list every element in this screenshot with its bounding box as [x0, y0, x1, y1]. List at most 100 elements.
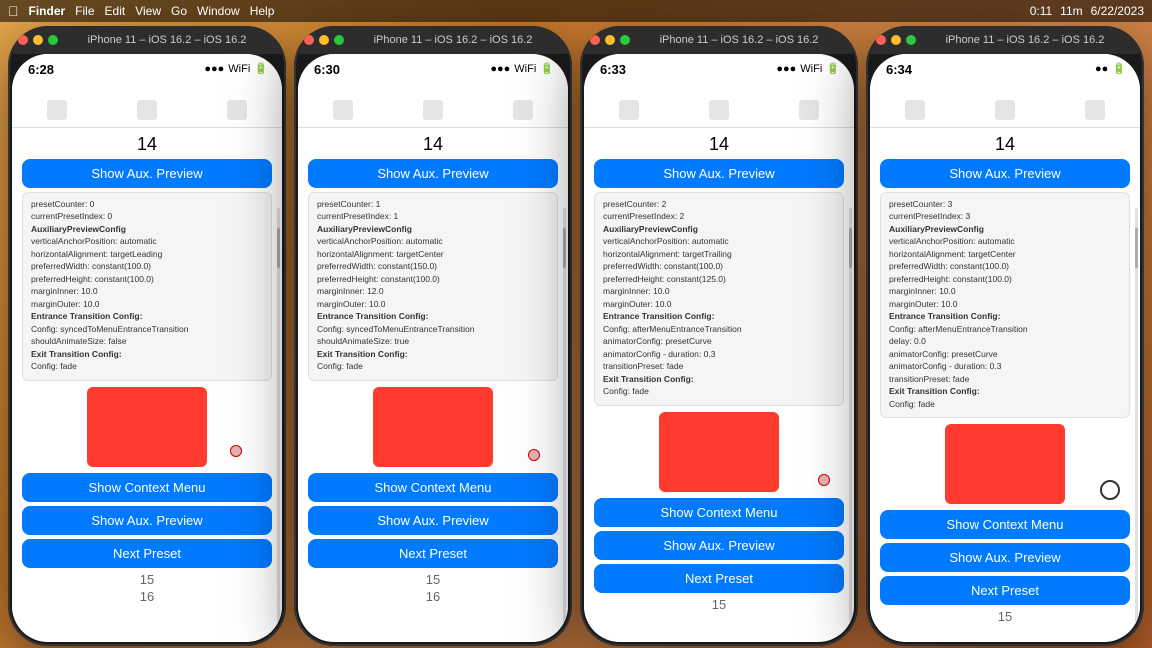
- apple-menu[interactable]: : [8, 3, 19, 19]
- sim4-zoom-dot[interactable]: [906, 35, 916, 45]
- sim3-horiz-align: horizontalAlignment: targetTrailing: [603, 249, 835, 260]
- sim3-margin-outer: marginOuter: 10.0: [603, 299, 835, 310]
- sim1-close-dot[interactable]: [18, 35, 28, 45]
- sim4-title: iPhone 11 – iOS 16.2 – iOS 16.2: [916, 34, 1134, 46]
- sim1-pref-height: preferredHeight: constant(100.0): [31, 274, 263, 285]
- sim4-cursor-ring: [1100, 480, 1120, 500]
- sim2-preset-counter: presetCounter: 1: [317, 199, 549, 210]
- menu-help[interactable]: Help: [250, 4, 275, 18]
- sim4-pref-height: preferredHeight: constant(100.0): [889, 274, 1121, 285]
- sim3-red-square: [659, 412, 779, 492]
- sim1-next-preset-btn[interactable]: Next Preset: [22, 539, 272, 568]
- sim1-scroll-thumb: [277, 228, 280, 268]
- sim2-toolbar-icon3[interactable]: [513, 100, 533, 120]
- sim2-entrance-title: Entrance Transition Config:: [317, 311, 549, 322]
- sim3-zoom-dot[interactable]: [620, 35, 630, 45]
- sim4-exit-config: Config: fade: [889, 399, 1121, 410]
- sim3-scrollbar[interactable]: [849, 208, 852, 622]
- sim1-minimize-dot[interactable]: [33, 35, 43, 45]
- sim4-show-preview-btn[interactable]: Show Aux. Preview: [880, 159, 1130, 188]
- sim1-scrollbar[interactable]: [277, 208, 280, 622]
- sim4-info-box: presetCounter: 3 currentPresetIndex: 3 A…: [880, 192, 1130, 418]
- sim1-toolbar-icon3[interactable]: [227, 100, 247, 120]
- sim3-toolbar-icon3[interactable]: [799, 100, 819, 120]
- sim3-context-btn[interactable]: Show Context Menu: [594, 498, 844, 527]
- sim1-cursor: [230, 445, 242, 457]
- simulator-4: iPhone 11 – iOS 16.2 – iOS 16.2 6:34 ●● …: [866, 26, 1144, 646]
- sim2-minimize-dot[interactable]: [319, 35, 329, 45]
- sim4-close-dot[interactable]: [876, 35, 886, 45]
- sim4-minimize-dot[interactable]: [891, 35, 901, 45]
- sim3-aux-btn[interactable]: Show Aux. Preview: [594, 531, 844, 560]
- menubar-left:  Finder File Edit View Go Window Help: [8, 3, 1024, 19]
- sim3-show-preview-btn[interactable]: Show Aux. Preview: [594, 159, 844, 188]
- menu-view[interactable]: View: [135, 4, 161, 18]
- sim2-entrance-config: Config: syncedToMenuEntranceTransition: [317, 324, 549, 335]
- sim3-status-right: ●●● WiFi 🔋: [776, 62, 840, 75]
- sim2-cursor: [528, 449, 540, 461]
- sim2-pref-height: preferredHeight: constant(100.0): [317, 274, 549, 285]
- sim2-toolbar-icon2[interactable]: [423, 100, 443, 120]
- menu-file[interactable]: File: [75, 4, 94, 18]
- sim2-aux-btn[interactable]: Show Aux. Preview: [308, 506, 558, 535]
- sim4-toolbar: [870, 92, 1140, 128]
- sim2-toolbar-icon1[interactable]: [333, 100, 353, 120]
- sim4-animator-config: animatorConfig: presetCurve: [889, 349, 1121, 360]
- sim2-scrollbar[interactable]: [563, 208, 566, 622]
- sim1-vertical-anchor: verticalAnchorPosition: automatic: [31, 236, 263, 247]
- simulator-2: iPhone 11 – iOS 16.2 – iOS 16.2 6:30 ●●●…: [294, 26, 572, 646]
- menu-go[interactable]: Go: [171, 4, 187, 18]
- sim1-zoom-dot[interactable]: [48, 35, 58, 45]
- sim3-next-preset-btn[interactable]: Next Preset: [594, 564, 844, 593]
- sim1-config-title: AuxiliaryPreviewConfig: [31, 224, 263, 235]
- sim3-animator-config: animatorConfig: presetCurve: [603, 336, 835, 347]
- sim4-context-btn[interactable]: Show Context Menu: [880, 510, 1130, 539]
- sim4-toolbar-icon1[interactable]: [905, 100, 925, 120]
- menu-window[interactable]: Window: [197, 4, 240, 18]
- sim2-margin-outer: marginOuter: 10.0: [317, 299, 549, 310]
- sim1-exit-title: Exit Transition Config:: [31, 349, 263, 360]
- sim1-context-btn[interactable]: Show Context Menu: [22, 473, 272, 502]
- sim2-pref-width: preferredWidth: constant(150.0): [317, 261, 549, 272]
- sim2-screen: 14 Show Aux. Preview presetCounter: 1 cu…: [298, 128, 568, 642]
- app-name[interactable]: Finder: [29, 4, 66, 18]
- sim1-toolbar-icon1[interactable]: [47, 100, 67, 120]
- sim1-pref-width: preferredWidth: constant(100.0): [31, 261, 263, 272]
- sim3-pref-height: preferredHeight: constant(125.0): [603, 274, 835, 285]
- sim4-aux-btn[interactable]: Show Aux. Preview: [880, 543, 1130, 572]
- sim1-exit-config: Config: fade: [31, 361, 263, 372]
- sim4-top-num: 14: [880, 134, 1130, 155]
- sim1-aux-btn[interactable]: Show Aux. Preview: [22, 506, 272, 535]
- sim2-exit-config: Config: fade: [317, 361, 549, 372]
- sim2-close-dot[interactable]: [304, 35, 314, 45]
- sim4-scrollbar[interactable]: [1135, 208, 1138, 622]
- sim2-dots: [304, 35, 344, 45]
- sim4-entrance-config: Config: afterMenuEntranceTransition: [889, 324, 1121, 335]
- sim1-show-preview-btn[interactable]: Show Aux. Preview: [22, 159, 272, 188]
- sim3-vertical-anchor: verticalAnchorPosition: automatic: [603, 236, 835, 247]
- menu-edit[interactable]: Edit: [105, 4, 126, 18]
- sim4-titlebar: iPhone 11 – iOS 16.2 – iOS 16.2: [866, 26, 1144, 54]
- sim1-bottom-16: 16: [22, 589, 272, 604]
- sim4-toolbar-icon3[interactable]: [1085, 100, 1105, 120]
- sim2-next-preset-btn[interactable]: Next Preset: [308, 539, 558, 568]
- sim3-minimize-dot[interactable]: [605, 35, 615, 45]
- sim3-close-dot[interactable]: [590, 35, 600, 45]
- sim4-entrance-title: Entrance Transition Config:: [889, 311, 1121, 322]
- sim3-top-num: 14: [594, 134, 844, 155]
- sim1-toolbar-icon2[interactable]: [137, 100, 157, 120]
- sim1-screen: 14 Show Aux. Preview presetCounter: 0 cu…: [12, 128, 282, 642]
- sim3-duration: animatorConfig - duration: 0.3: [603, 349, 835, 360]
- sim1-preset-index: currentPresetIndex: 0: [31, 211, 263, 222]
- sim3-screen: 14 Show Aux. Preview presetCounter: 2 cu…: [584, 128, 854, 642]
- sim2-zoom-dot[interactable]: [334, 35, 344, 45]
- sim2-context-btn[interactable]: Show Context Menu: [308, 473, 558, 502]
- sim4-toolbar-icon2[interactable]: [995, 100, 1015, 120]
- sim3-toolbar-icon2[interactable]: [709, 100, 729, 120]
- sim4-delay: delay: 0.0: [889, 336, 1121, 347]
- sim2-show-preview-btn[interactable]: Show Aux. Preview: [308, 159, 558, 188]
- sim4-status: 6:34 ●● 🔋: [870, 54, 1140, 92]
- sim4-next-preset-btn[interactable]: Next Preset: [880, 576, 1130, 605]
- sim3-toolbar-icon1[interactable]: [619, 100, 639, 120]
- sim1-status: 6:28 ●●● WiFi 🔋: [12, 54, 282, 92]
